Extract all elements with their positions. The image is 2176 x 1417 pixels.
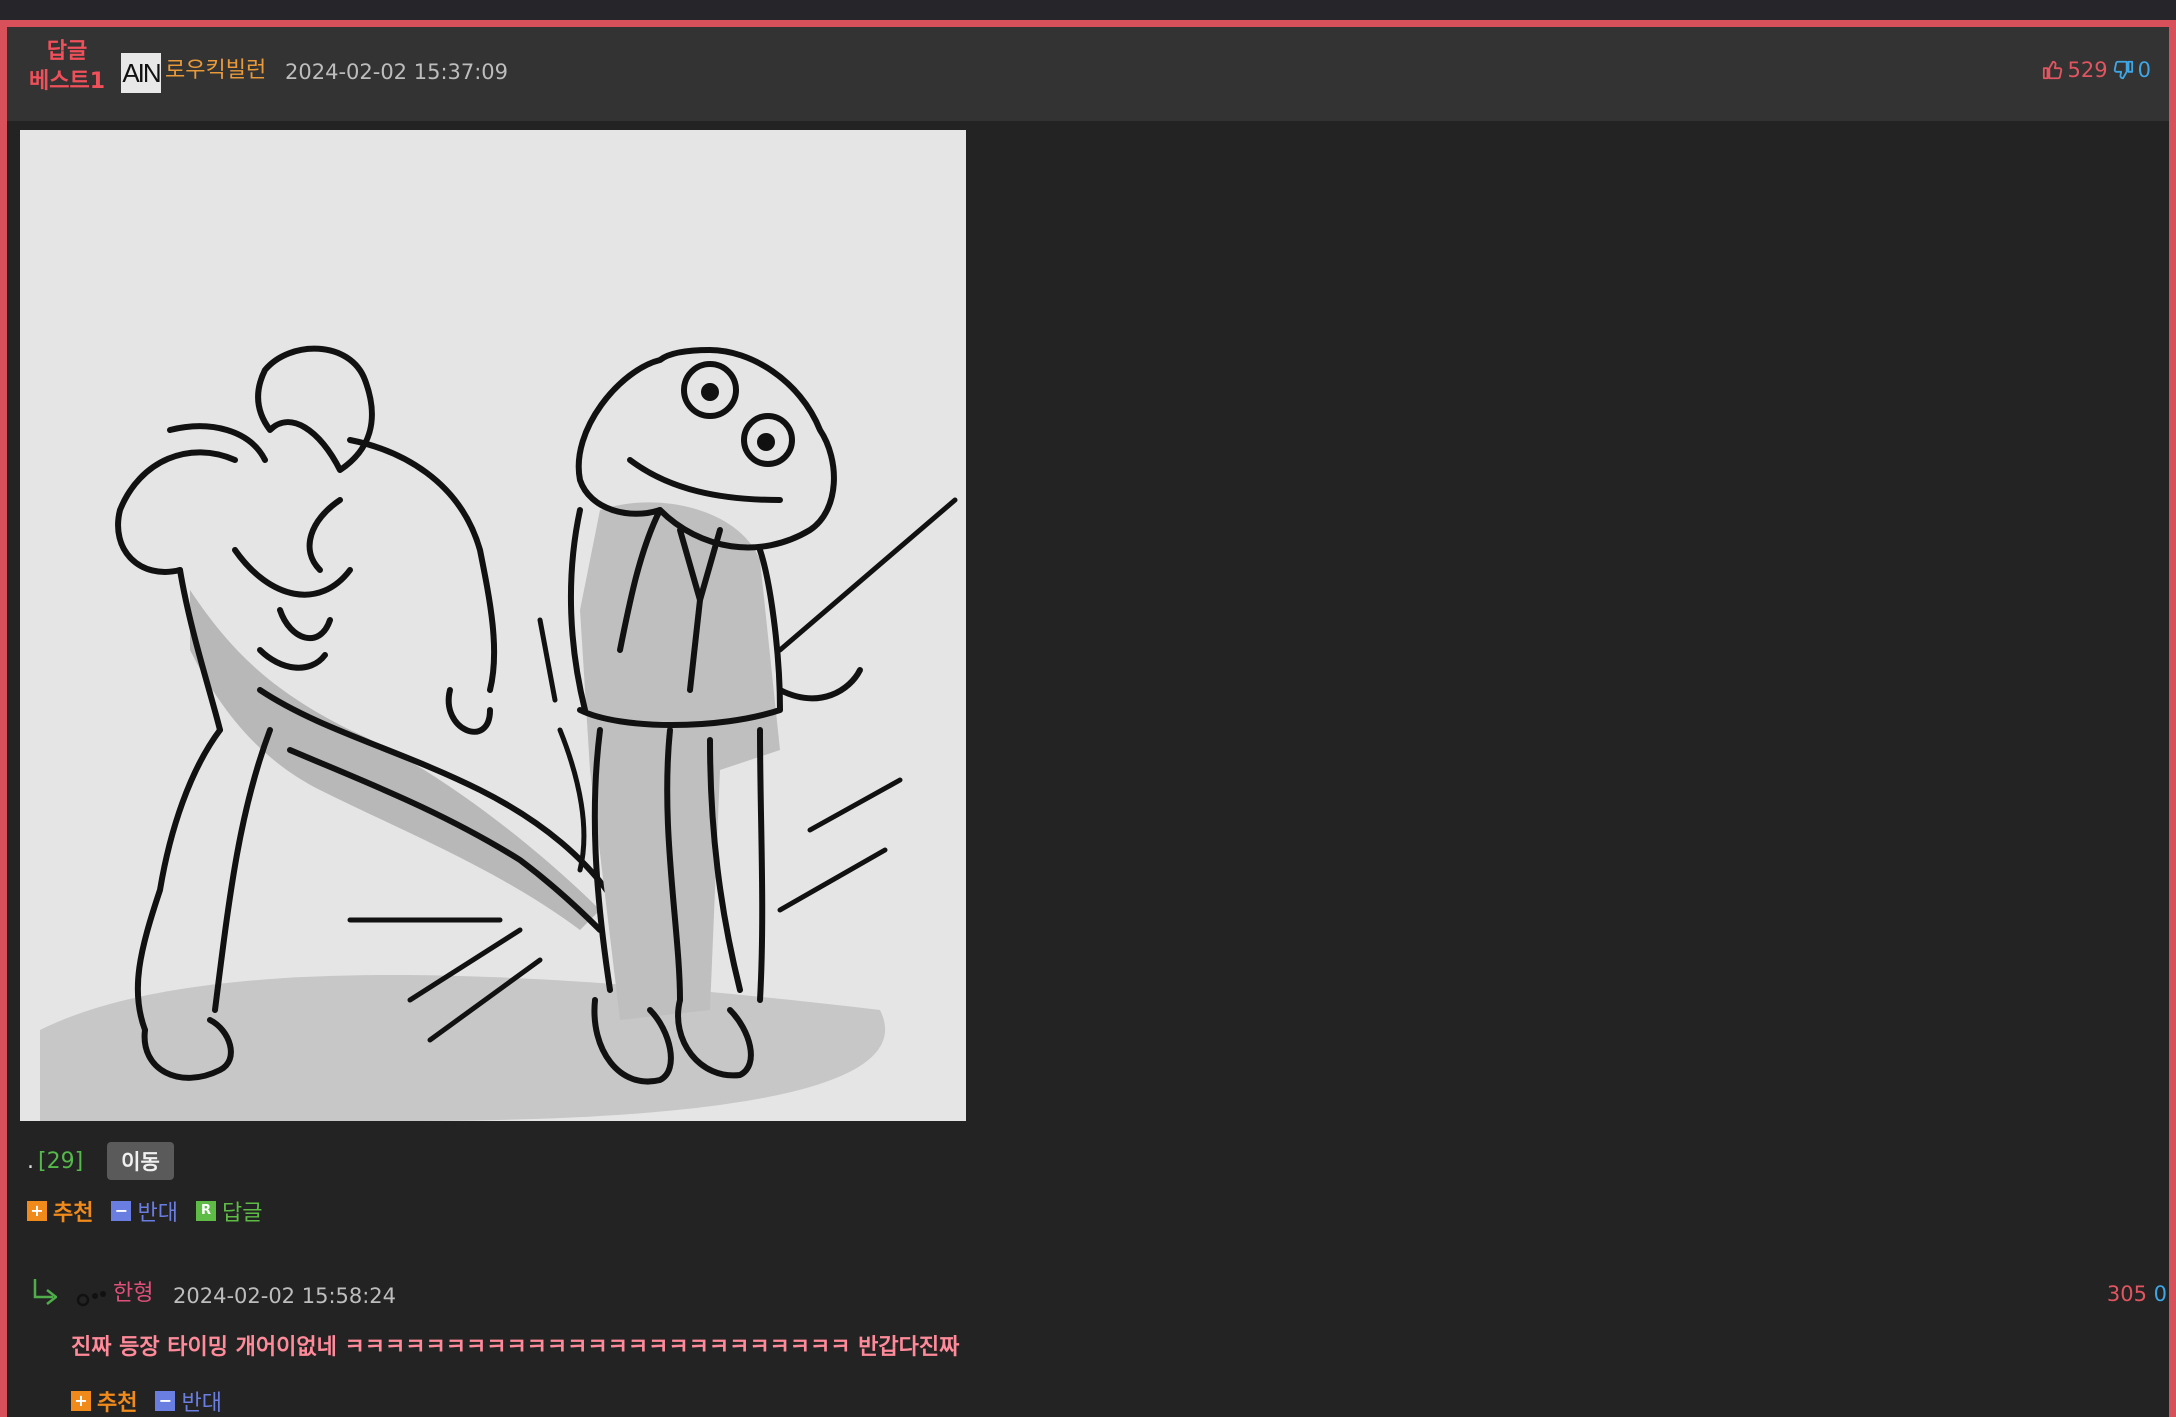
reply-text: 진짜 등장 타이밍 개어이없네 ㅋㅋㅋㅋㅋㅋㅋㅋㅋㅋㅋㅋㅋㅋㅋㅋㅋㅋㅋㅋㅋㅋㅋㅋ… [71,1335,960,1360]
post-timestamp: 2024-02-02 15:37:09 [285,60,509,84]
reply-button[interactable]: R 답글 [195,1195,263,1227]
minus-icon: − [155,1391,176,1411]
best-badge-line1: 답글 [46,39,88,64]
best-reply-badge: 답글 베스트1 [21,37,113,97]
reply-downvote-count: 0 [2153,1282,2167,1306]
reply-oppose-button[interactable]: − 반대 [155,1385,222,1417]
reply-oppose-label: 반대 [181,1391,222,1416]
recommend-button[interactable]: + 추천 [27,1195,93,1227]
reply-actions: + 추천 − 반대 [71,1385,222,1417]
upvote-count: 529 [2067,58,2108,82]
reply-label: 답글 [221,1201,263,1226]
reply-upvote-count: 305 [2106,1282,2147,1306]
downvote-count-group: 0 [2112,55,2151,85]
author-avatar[interactable]: AIN [121,53,161,93]
post-actions: + 추천 − 반대 R 답글 [27,1195,262,1227]
author-name[interactable]: 로우킥빌런 [165,53,266,89]
reply-arrow-icon [33,1279,58,1305]
post-image[interactable] [20,130,966,1121]
downvote-count: 0 [2137,58,2151,82]
best-badge-line2: 베스트1 [28,69,106,94]
best-reply-card: 답글 베스트1 AIN 로우킥빌런 2024-02-02 15:37:09 52… [0,20,2176,1417]
reply-author-name[interactable]: 한형 [113,1279,153,1309]
plus-icon: + [27,1201,47,1221]
oppose-button[interactable]: − 반대 [111,1195,178,1227]
oppose-label: 반대 [137,1201,178,1226]
post-header: 답글 베스트1 AIN 로우킥빌런 2024-02-02 15:37:09 52… [7,27,2169,121]
recommend-label: 추천 [53,1201,94,1226]
upvote-count-group: 529 [2042,55,2108,85]
reply-avatar[interactable] [75,1289,109,1307]
reply-header: 한형 2024-02-02 15:58:24 305 0 [27,1277,2167,1317]
comment-count: [29] [38,1148,84,1174]
source-link-row: . [29] 이동 [27,1142,174,1180]
vote-summary: 529 0 [2042,55,2151,85]
thumbs-down-icon [2113,60,2133,80]
top-bar [0,0,2176,20]
reply-recommend-button[interactable]: + 추천 [71,1385,137,1417]
source-link[interactable]: . [27,1149,34,1174]
reply-recommend-label: 추천 [97,1391,138,1416]
reply-timestamp: 2024-02-02 15:58:24 [173,1284,397,1308]
plus-icon: + [71,1391,91,1411]
thumbs-up-icon [2042,60,2062,80]
reply-icon: R [195,1201,216,1221]
move-button[interactable]: 이동 [107,1142,174,1180]
minus-icon: − [111,1201,132,1221]
reply-vote-summary: 305 0 [2107,1279,2167,1309]
cartoon-drawing [20,130,966,1121]
